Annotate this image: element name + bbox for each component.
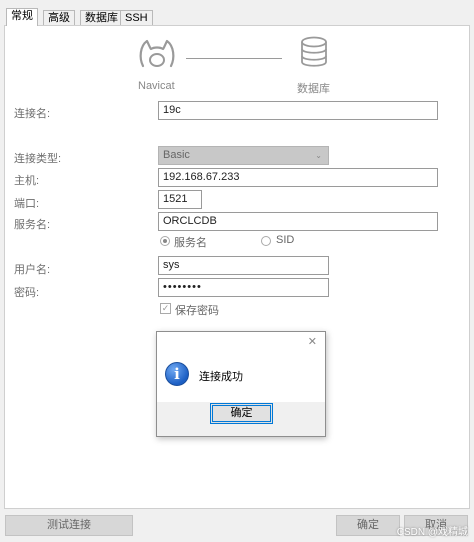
navicat-logo-icon <box>139 39 175 68</box>
service-name-radio[interactable] <box>160 236 170 246</box>
test-connection-button[interactable]: 测试连接 <box>5 515 133 536</box>
database-icon <box>301 36 327 67</box>
port-label: 端口: <box>14 198 40 210</box>
connection-line <box>186 58 282 59</box>
dialog-ok-button[interactable]: 确定 <box>210 403 273 424</box>
close-icon[interactable]: ✕ <box>308 335 317 348</box>
connection-type-label: 连接类型: <box>14 153 62 165</box>
username-input[interactable]: sys <box>158 256 329 275</box>
connection-type-value: Basic <box>163 149 190 161</box>
service-name-label: 服务名: <box>14 219 51 231</box>
tab-ssh[interactable]: SSH <box>120 10 153 26</box>
service-name-input[interactable]: ORCLCDB <box>158 212 438 231</box>
tab-bar: 常规 高级 数据库 SSH <box>0 8 474 26</box>
service-name-radio-label: 服务名 <box>174 237 207 249</box>
dialog-message: 连接成功 <box>199 371 243 383</box>
connection-type-select[interactable]: Basic ⌄ <box>158 146 329 165</box>
save-password-label: 保存密码 <box>175 305 219 317</box>
ok-button[interactable]: 确定 <box>336 515 400 536</box>
tab-advanced[interactable]: 高级 <box>43 10 75 26</box>
info-icon: i <box>165 362 189 386</box>
tab-database[interactable]: 数据库 <box>80 10 123 26</box>
database-label: 数据库 <box>297 83 330 95</box>
connection-success-dialog: ✕ i 连接成功 确定 <box>156 331 326 437</box>
password-label: 密码: <box>14 287 40 299</box>
sid-radio-label: SID <box>276 234 295 246</box>
host-input[interactable]: 192.168.67.233 <box>158 168 438 187</box>
password-input[interactable]: •••••••• <box>158 278 329 297</box>
sid-radio[interactable] <box>261 236 271 246</box>
host-label: 主机: <box>14 175 40 187</box>
username-label: 用户名: <box>14 264 51 276</box>
connection-name-input[interactable]: 19c <box>158 101 438 120</box>
save-password-checkbox[interactable]: ✓ <box>160 303 171 314</box>
navicat-label: Navicat <box>138 80 175 92</box>
chevron-down-icon: ⌄ <box>315 151 322 160</box>
tab-general[interactable]: 常规 <box>6 8 38 26</box>
watermark: CSDN @戏精城 <box>396 527 468 538</box>
port-input[interactable]: 1521 <box>158 190 202 209</box>
connection-name-label: 连接名: <box>14 108 51 120</box>
